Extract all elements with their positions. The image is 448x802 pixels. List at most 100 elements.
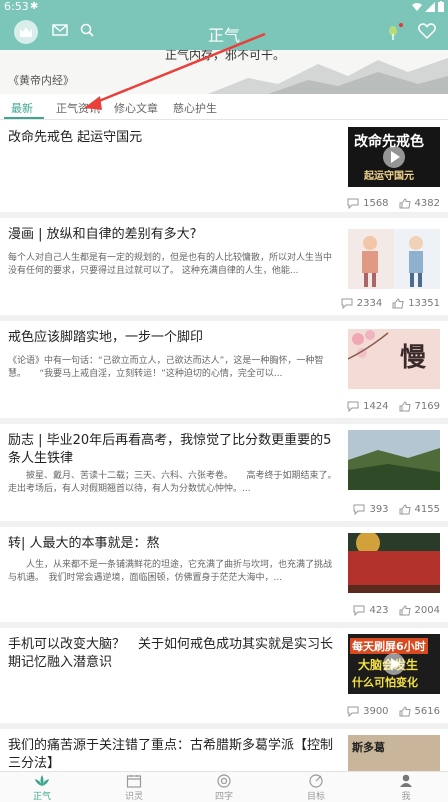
comment-icon[interactable] <box>347 198 359 209</box>
like-icon[interactable] <box>399 706 411 717</box>
tab-latest[interactable]: 最新 <box>11 100 33 116</box>
like-count: 7169 <box>414 401 440 412</box>
article-title[interactable]: 戒色应该脚踏实地，一步一个脚印 <box>8 329 338 347</box>
like-count: 2004 <box>414 605 440 616</box>
play-icon[interactable] <box>383 146 405 168</box>
like-icon[interactable] <box>399 401 411 412</box>
article-item[interactable]: 漫画 | 放纵和自律的差别有多大? 每个人对自己人生都是有一定的规划的，但是也有… <box>0 218 448 321</box>
like-count: 4155 <box>414 504 440 515</box>
app-bar: 正气 <box>0 14 448 50</box>
article-stats: 1424 7169 <box>347 401 440 412</box>
article-thumbnail[interactable] <box>348 533 440 593</box>
comment-count: 423 <box>369 605 389 616</box>
sprout-icon[interactable] <box>385 22 405 42</box>
nav-label: 识灵 <box>124 792 143 802</box>
thumbnail-caption: 慢 <box>400 343 427 373</box>
quote-banner[interactable]: 正气内存，邪不可干。 《黄帝内经》 <box>0 50 448 94</box>
article-feed[interactable]: 改命先戒色 起运守国元 改命先戒色 起运守国元 1568 4382 漫画 | 放… <box>0 121 448 771</box>
like-count: 13351 <box>408 298 440 309</box>
article-thumbnail[interactable]: 每天刷屏6小时 大脑会发生 什么可怕变化 <box>348 634 440 694</box>
article-item[interactable]: 我们的痛苦源于关注错了重点：古希腊斯多葛学派【控制三分法】 斯多葛 <box>0 729 448 771</box>
like-icon[interactable] <box>399 198 411 209</box>
status-bar: 6:53 ✱ <box>0 0 448 14</box>
comment-count: 2334 <box>356 298 383 309</box>
article-item[interactable]: 戒色应该脚踏实地，一步一个脚印 《论语》中有一句话：“己欲立而立人，己欲达而达人… <box>0 321 448 424</box>
article-stats: 393 4155 <box>353 504 440 515</box>
like-count: 5616 <box>414 706 440 717</box>
like-icon[interactable] <box>399 504 411 515</box>
like-icon[interactable] <box>399 605 411 616</box>
nav-item-sizi[interactable]: 四字 <box>194 774 254 802</box>
nav-label: 正气 <box>32 792 51 802</box>
comment-count: 1568 <box>363 198 389 209</box>
nav-item-shiling[interactable]: 识灵 <box>104 774 164 802</box>
article-stats: 3900 5616 <box>347 706 440 717</box>
page-title: 正气 <box>207 26 240 45</box>
settings-status-icon: ✱ <box>30 1 39 12</box>
article-title[interactable]: 励志 | 毕业20年后再看高考，我惊觉了比分数更重要的5条人生铁律 <box>8 432 338 468</box>
landscape-illustration <box>348 430 440 490</box>
nav-item-me[interactable]: 我 <box>376 774 436 802</box>
heart-icon[interactable] <box>418 23 436 39</box>
article-thumbnail[interactable]: 改命先戒色 起运守国元 <box>348 127 440 187</box>
article-title[interactable]: 转| 人最大的本事就是：熬 <box>8 535 338 553</box>
calendar-icon <box>126 775 142 788</box>
article-excerpt: 《论语》中有一句话：“己欲立而立人，己欲达而达人”，这是一种胸怀，一种智慧。 “… <box>8 356 324 379</box>
article-item[interactable]: 手机可以改变大脑？ 关于如何戒色成功其实就是实习长期记忆融入潜意识 每天刷屏6小… <box>0 628 448 729</box>
article-item[interactable]: 转| 人最大的本事就是：熬 人生，从来都不是一条铺满鲜花的坦途，它充满了曲折与坎… <box>0 527 448 628</box>
article-item[interactable]: 励志 | 毕业20年后再看高考，我惊觉了比分数更重要的5条人生铁律 披星、戴月、… <box>0 424 448 527</box>
blossom-illustration <box>348 330 389 360</box>
signal-icon <box>425 1 435 12</box>
tab-news[interactable]: 正气资讯 <box>56 100 100 116</box>
article-thumbnail[interactable]: 斯多葛 <box>348 735 440 771</box>
bottom-navigation: 正气 识灵 四字 目标 我 <box>0 771 448 802</box>
article-item[interactable]: 改命先戒色 起运守国元 改命先戒色 起运守国元 1568 4382 <box>0 121 448 218</box>
user-icon <box>400 774 412 787</box>
status-icons <box>412 1 444 12</box>
target-icon <box>309 774 323 788</box>
comment-count: 3900 <box>363 706 389 717</box>
comment-count: 1424 <box>363 401 389 412</box>
nav-label: 四字 <box>214 792 233 802</box>
article-stats: 1568 4382 <box>347 198 440 209</box>
thumbnail-caption: 起运守国元 <box>364 171 414 182</box>
category-tabs: 最新 正气资讯 修心文章 慈心护生 <box>0 94 448 120</box>
like-count: 4382 <box>414 198 440 209</box>
thumbnail-caption: 每天刷屏6小时 <box>350 638 428 654</box>
banner-quote: 正气内存，邪不可干。 <box>165 50 286 62</box>
thumbnail-caption: 斯多葛 <box>352 741 385 754</box>
like-icon[interactable] <box>392 298 404 309</box>
article-thumbnail[interactable] <box>348 229 440 289</box>
article-thumbnail[interactable] <box>348 430 440 490</box>
article-title[interactable]: 我们的痛苦源于关注错了重点：古希腊斯多葛学派【控制三分法】 <box>8 737 338 771</box>
comment-icon[interactable] <box>353 504 365 515</box>
article-stats: 2334 13351 <box>341 298 440 309</box>
comment-count: 393 <box>369 504 389 515</box>
thumbnail-caption: 什么可怕变化 <box>352 676 418 689</box>
nav-item-mubiao[interactable]: 目标 <box>286 774 346 802</box>
comment-icon[interactable] <box>341 298 353 309</box>
comment-icon[interactable] <box>347 401 359 412</box>
tab-compassion[interactable]: 慈心护生 <box>173 100 217 116</box>
comment-icon[interactable] <box>353 605 365 616</box>
article-title[interactable]: 漫画 | 放纵和自律的差别有多大? <box>8 226 338 244</box>
wifi-icon <box>412 2 422 11</box>
article-title[interactable]: 改命先戒色 起运守国元 <box>8 129 338 147</box>
article-thumbnail[interactable]: 慢 <box>348 329 440 389</box>
tab-mind-articles[interactable]: 修心文章 <box>114 100 158 116</box>
active-tab-indicator <box>4 117 44 119</box>
wall-illustration <box>348 533 440 593</box>
comment-icon[interactable] <box>347 706 359 717</box>
comic-illustration <box>348 229 440 289</box>
nav-item-zhengqi[interactable]: 正气 <box>12 774 72 802</box>
battery-icon <box>438 1 444 12</box>
article-excerpt: 人生，从来都不是一条铺满鲜花的坦途，它充满了曲折与坎坷，也充满了挑战与机遇。 我… <box>8 560 333 583</box>
status-time: 6:53 <box>4 0 29 13</box>
article-excerpt: 披星、戴月、苦读十二载；三天、六科、六张考卷。 高考终于如期结束了。 走出考场后… <box>8 471 338 494</box>
nav-label: 目标 <box>306 792 325 802</box>
banner-source: 《黄帝内经》 <box>8 74 74 87</box>
article-title[interactable]: 手机可以改变大脑？ 关于如何戒色成功其实就是实习长期记忆融入潜意识 <box>8 636 338 672</box>
article-excerpt: 每个人对自己人生都是有一定的规划的，但是也有的人比较慵散，所以对人生当中没有任何… <box>8 253 333 276</box>
circle-icon <box>217 774 231 788</box>
play-icon[interactable] <box>383 653 405 675</box>
